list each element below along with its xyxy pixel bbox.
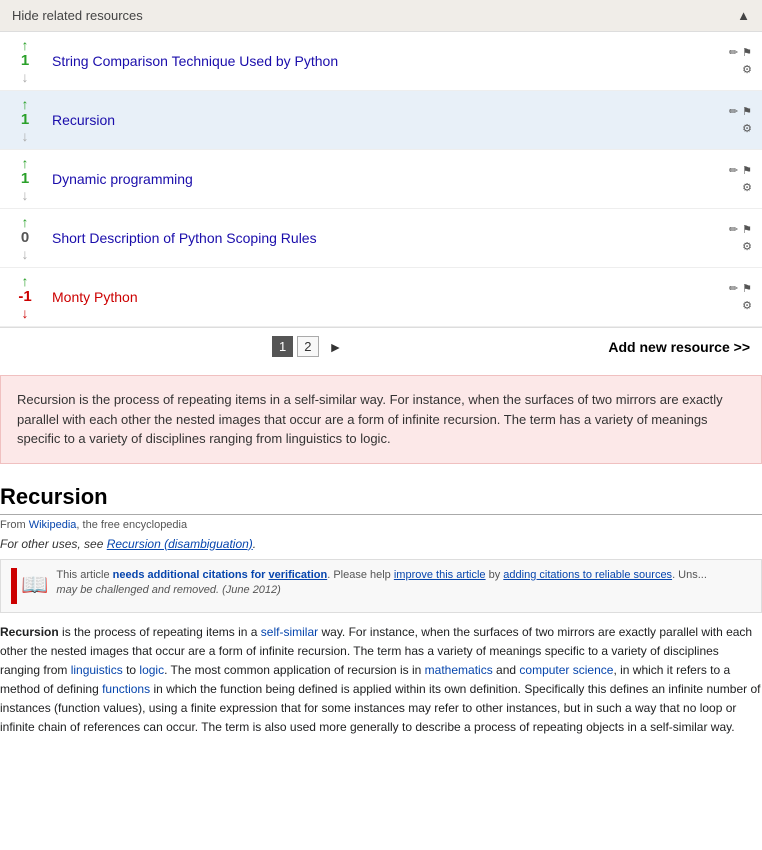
linguistics-link[interactable]: linguistics xyxy=(71,663,123,677)
vote-up-btn[interactable]: ↑ xyxy=(22,274,29,288)
improve-link[interactable]: improve this article xyxy=(394,569,486,581)
resource-item-res-3: ↑ 1 ↓ Dynamic programming xyxy=(0,150,762,209)
pencil-icon[interactable] xyxy=(729,164,738,177)
resource-item-res-2: ↑ 1 ↓ Recursion xyxy=(0,91,762,150)
gear-icon[interactable] xyxy=(742,122,752,135)
resource-link[interactable]: Dynamic programming xyxy=(52,171,193,187)
action-row-bottom xyxy=(742,240,752,253)
resource-actions xyxy=(729,164,752,194)
flag-icon[interactable] xyxy=(742,282,752,295)
resource-title: String Comparison Technique Used by Pyth… xyxy=(42,53,729,69)
wiki-source: From Wikipedia, the free encyclopedia xyxy=(0,519,762,531)
gear-icon[interactable] xyxy=(742,63,752,76)
action-row-top xyxy=(729,282,752,295)
description-text: Recursion is the process of repeating it… xyxy=(17,392,723,446)
verification-link[interactable]: verification xyxy=(269,569,328,581)
vote-count: -1 xyxy=(18,288,31,306)
vote-col: ↑ 1 ↓ xyxy=(8,97,42,143)
collapse-icon[interactable]: ▲ xyxy=(737,8,750,23)
pencil-icon[interactable] xyxy=(729,223,738,236)
mathematics-link[interactable]: mathematics xyxy=(425,663,493,677)
resource-actions xyxy=(729,282,752,312)
self-similar-link[interactable]: self-similar xyxy=(261,625,318,639)
resource-title: Recursion xyxy=(42,112,729,128)
gear-icon[interactable] xyxy=(742,181,752,194)
resource-actions xyxy=(729,105,752,135)
disambiguation-link[interactable]: Recursion (disambiguation) xyxy=(107,537,253,551)
vote-count: 1 xyxy=(21,170,29,188)
action-row-bottom xyxy=(742,63,752,76)
logic-link[interactable]: logic xyxy=(139,663,164,677)
gear-icon[interactable] xyxy=(742,299,752,312)
vote-count: 1 xyxy=(21,52,29,70)
resource-list: ↑ 1 ↓ String Comparison Technique Used b… xyxy=(0,32,762,328)
vote-down-btn[interactable]: ↓ xyxy=(22,188,29,202)
vote-up-btn[interactable]: ↑ xyxy=(22,38,29,52)
flag-icon[interactable] xyxy=(742,105,752,118)
resource-actions xyxy=(729,46,752,76)
vote-col: ↑ 1 ↓ xyxy=(8,38,42,84)
vote-up-btn[interactable]: ↑ xyxy=(22,97,29,111)
wikipedia-link[interactable]: Wikipedia xyxy=(29,519,77,531)
pagination-controls: 1 2 ► xyxy=(272,336,348,357)
vote-down-btn[interactable]: ↓ xyxy=(22,247,29,261)
flag-icon[interactable] xyxy=(742,223,752,236)
resource-item-res-5: ↑ -1 ↓ Monty Python xyxy=(0,268,762,327)
page-2[interactable]: 2 xyxy=(297,336,318,357)
related-resources-header[interactable]: Hide related resources ▲ xyxy=(0,0,762,32)
computer-science-link[interactable]: computer science xyxy=(519,663,613,677)
header-label: Hide related resources xyxy=(12,8,143,23)
wiki-notice: 📖 This article needs additional citation… xyxy=(0,559,762,613)
page-1[interactable]: 1 xyxy=(272,336,293,357)
resource-link[interactable]: Monty Python xyxy=(52,289,138,305)
vote-col: ↑ -1 ↓ xyxy=(8,274,42,320)
vote-up-btn[interactable]: ↑ xyxy=(22,215,29,229)
flag-icon[interactable] xyxy=(742,164,752,177)
pencil-icon[interactable] xyxy=(729,46,738,59)
vote-count: 0 xyxy=(21,229,29,247)
wiki-title: Recursion xyxy=(0,484,762,515)
wiki-section: Recursion From Wikipedia, the free encyc… xyxy=(0,474,762,738)
resource-title: Dynamic programming xyxy=(42,171,729,187)
action-row-bottom xyxy=(742,299,752,312)
wiki-body: Recursion is the process of repeating it… xyxy=(0,623,762,738)
notice-text: This article needs additional citations … xyxy=(56,568,707,599)
action-row-top xyxy=(729,46,752,59)
gear-icon[interactable] xyxy=(742,240,752,253)
pencil-icon[interactable] xyxy=(729,105,738,118)
notice-icon: 📖 xyxy=(11,568,48,604)
action-row-top xyxy=(729,164,752,177)
page-next-icon[interactable]: ► xyxy=(323,337,349,357)
action-row-bottom xyxy=(742,122,752,135)
action-row-bottom xyxy=(742,181,752,194)
vote-col: ↑ 0 ↓ xyxy=(8,215,42,261)
action-row-top xyxy=(729,105,752,118)
resource-link[interactable]: Recursion xyxy=(52,112,115,128)
resource-item-res-1: ↑ 1 ↓ String Comparison Technique Used b… xyxy=(0,32,762,91)
citations-link[interactable]: adding citations to reliable sources xyxy=(503,569,672,581)
resource-title: Short Description of Python Scoping Rule… xyxy=(42,230,729,246)
notice-bar xyxy=(11,568,17,604)
vote-down-btn[interactable]: ↓ xyxy=(22,306,29,320)
action-row-top xyxy=(729,223,752,236)
resource-title: Monty Python xyxy=(42,289,729,305)
functions-link[interactable]: functions xyxy=(102,682,150,696)
vote-down-btn[interactable]: ↓ xyxy=(22,129,29,143)
pencil-icon[interactable] xyxy=(729,282,738,295)
resource-link[interactable]: String Comparison Technique Used by Pyth… xyxy=(52,53,338,69)
pagination-row: 1 2 ► Add new resource >> xyxy=(0,328,762,365)
resource-link[interactable]: Short Description of Python Scoping Rule… xyxy=(52,230,317,246)
vote-count: 1 xyxy=(21,111,29,129)
vote-col: ↑ 1 ↓ xyxy=(8,156,42,202)
add-new-resource-link[interactable]: Add new resource >> xyxy=(608,339,750,355)
vote-up-btn[interactable]: ↑ xyxy=(22,156,29,170)
flag-icon[interactable] xyxy=(742,46,752,59)
description-box: Recursion is the process of repeating it… xyxy=(0,375,762,464)
vote-down-btn[interactable]: ↓ xyxy=(22,70,29,84)
resource-actions xyxy=(729,223,752,253)
resource-item-res-4: ↑ 0 ↓ Short Description of Python Scopin… xyxy=(0,209,762,268)
wiki-disambiguation: For other uses, see Recursion (disambigu… xyxy=(0,537,762,551)
notice-book-icon: 📖 xyxy=(21,570,48,601)
